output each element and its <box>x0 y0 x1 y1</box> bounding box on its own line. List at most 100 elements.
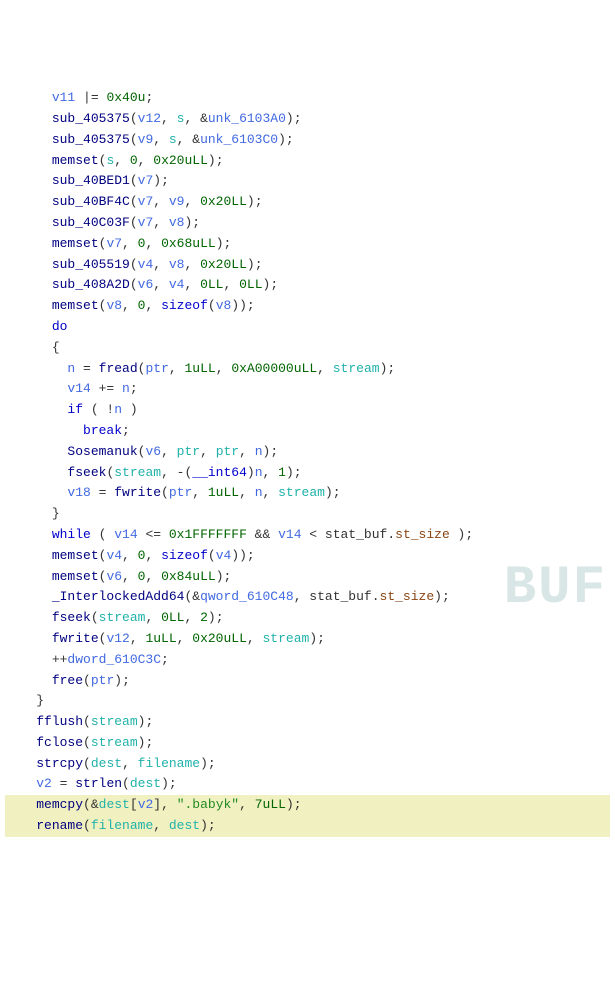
token-param: s <box>169 132 177 147</box>
token-op: , <box>122 569 138 584</box>
token-op: . <box>387 527 395 542</box>
token-num: 0LL <box>239 277 262 292</box>
token-var: v7 <box>138 215 154 230</box>
code-line: sub_405375(v12, s, &unk_6103A0); <box>5 109 610 130</box>
token-var: unk_6103C0 <box>200 132 278 147</box>
token-paren: ) <box>216 236 224 251</box>
token-op: , <box>184 277 200 292</box>
token-op: , <box>161 444 177 459</box>
token-op: |= <box>75 90 106 105</box>
token-param: dest <box>99 797 130 812</box>
token-op: ; <box>122 673 130 688</box>
token-kw: sizeof <box>161 298 208 313</box>
code-line: sub_40BF4C(v7, v9, 0x20LL); <box>5 192 610 213</box>
token-num: 0x68uLL <box>161 236 216 251</box>
token-paren: ) <box>208 153 216 168</box>
token-paren: )) <box>231 548 247 563</box>
token-op: = <box>91 485 114 500</box>
token-op: <= <box>138 527 169 542</box>
token-var: v4 <box>106 548 122 563</box>
token-struct-mem: st_size <box>395 527 450 542</box>
token-op: , <box>138 153 154 168</box>
token-num: 1uLL <box>184 361 215 376</box>
token-op: , <box>145 610 161 625</box>
token-op: ; <box>294 797 302 812</box>
token-fn: sub_40BF4C <box>52 194 130 209</box>
token-op: , <box>177 631 193 646</box>
code-line: sub_408A2D(v6, v4, 0LL, 0LL); <box>5 275 610 296</box>
code-line: v14 += n; <box>5 379 610 400</box>
token-op: ; <box>270 277 278 292</box>
token-var: v4 <box>138 257 154 272</box>
code-line: fflush(stream); <box>5 712 610 733</box>
token-fn: memset <box>52 298 99 313</box>
token-param: ptr <box>177 444 200 459</box>
token-fn: memset <box>52 569 99 584</box>
token-paren: ( <box>208 548 216 563</box>
code-line: v18 = fwrite(ptr, 1uLL, n, stream); <box>5 483 610 504</box>
token-op: , <box>184 610 200 625</box>
token-paren: ) <box>325 485 333 500</box>
token-fn: fflush <box>36 714 83 729</box>
token-fn: fclose <box>36 735 83 750</box>
token-var: v8 <box>106 298 122 313</box>
code-line: v11 |= 0x40u; <box>5 88 610 109</box>
token-num: 1uLL <box>208 485 239 500</box>
token-paren: ( <box>130 173 138 188</box>
code-line: while ( v14 <= 0x1FFFFFFF && v14 < stat_… <box>5 525 610 546</box>
token-paren: ) <box>309 631 317 646</box>
token-paren: )) <box>231 298 247 313</box>
token-num: 0x20uLL <box>192 631 247 646</box>
code-line: if ( !n ) <box>5 400 610 421</box>
token-op: ; <box>286 132 294 147</box>
token-paren: ) <box>286 111 294 126</box>
token-op: ; <box>294 111 302 126</box>
token-op: , & <box>184 111 207 126</box>
token-op: && <box>247 527 278 542</box>
token-op: = <box>52 776 75 791</box>
token-param: dest <box>169 818 200 833</box>
code-line: memset(v4, 0, sizeof(v4)); <box>5 546 610 567</box>
code-line: rename(filename, dest); <box>5 816 610 837</box>
token-var: v6 <box>106 569 122 584</box>
token-op: , <box>263 485 279 500</box>
token-op: , <box>122 298 138 313</box>
token-op: , <box>317 361 333 376</box>
token-num: 2 <box>200 610 208 625</box>
token-param: dest <box>91 756 122 771</box>
token-fn: sub_405375 <box>52 111 130 126</box>
token-fn: fread <box>99 361 138 376</box>
token-num: 0x1FFFFFFF <box>169 527 247 542</box>
token-paren: ) <box>247 194 255 209</box>
token-op: ; <box>442 589 450 604</box>
token-op: , <box>239 444 255 459</box>
token-op: ; <box>216 610 224 625</box>
token-var: n <box>255 444 263 459</box>
token-op: ; <box>122 423 130 438</box>
token-op: ; <box>130 381 138 396</box>
token-op: , <box>153 277 169 292</box>
token-paren: ) <box>208 610 216 625</box>
code-line: memcpy(&dest[v2], ".babyk", 7uLL); <box>5 795 610 816</box>
token-var: v12 <box>106 631 129 646</box>
code-line: sub_405375(v9, s, &unk_6103C0); <box>5 130 610 151</box>
token-paren: ( <box>83 735 91 750</box>
token-paren: ( <box>122 776 130 791</box>
code-line: fclose(stream); <box>5 733 610 754</box>
code-line: fwrite(v12, 1uLL, 0x20uLL, stream); <box>5 629 610 650</box>
token-param: dest <box>130 776 161 791</box>
token-op: ) <box>122 402 138 417</box>
token-op: { <box>52 340 60 355</box>
code-line: ++dword_610C3C; <box>5 650 610 671</box>
token-op: . <box>372 589 380 604</box>
token-var: ptr <box>145 361 168 376</box>
token-paren: ( <box>83 797 91 812</box>
token-fn: memset <box>52 153 99 168</box>
token-fn: rename <box>36 818 83 833</box>
token-var: v7 <box>138 194 154 209</box>
token-op: , -( <box>161 465 192 480</box>
token-paren: ) <box>200 818 208 833</box>
token-num: 0x20LL <box>200 194 247 209</box>
token-kw: do <box>52 319 68 334</box>
token-kw: __int64 <box>192 465 247 480</box>
